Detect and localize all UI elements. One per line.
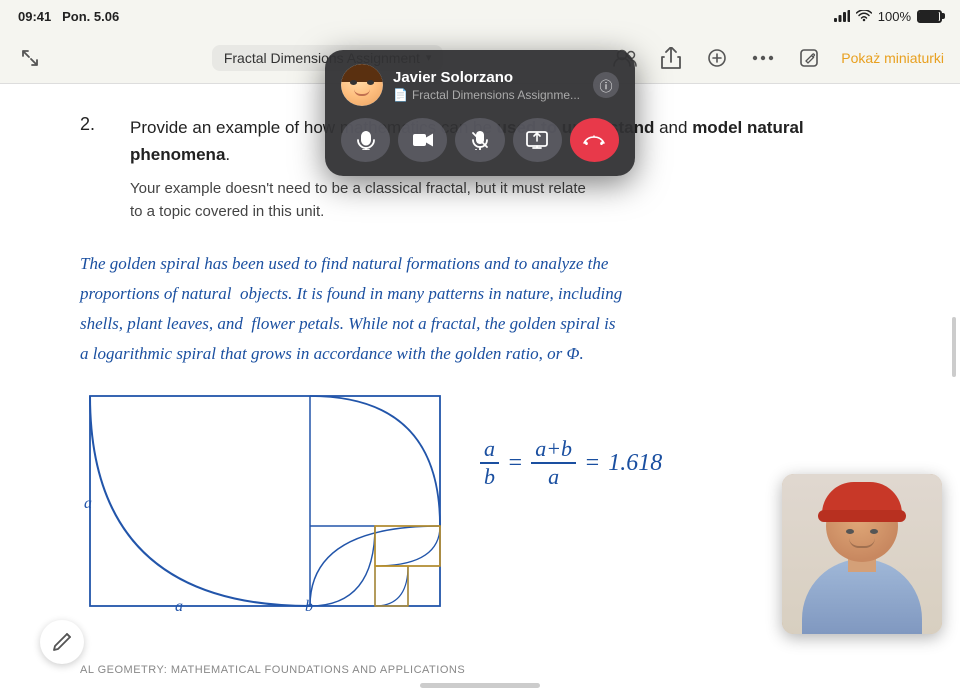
toolbar-right: Pokaż miniaturki bbox=[611, 44, 944, 72]
bottom-label-text: AL GEOMETRY: MATHEMATICAL FOUNDATIONS AN… bbox=[80, 664, 465, 676]
status-time: 09:41 bbox=[18, 9, 51, 24]
question-subtext: Your example doesn't need to be a classi… bbox=[130, 178, 900, 223]
status-time-date: 09:41 Pon. 5.06 bbox=[18, 9, 119, 24]
caller-name: Javier Solorzano bbox=[393, 69, 583, 86]
facetime-controls bbox=[341, 118, 619, 162]
math-formula: a b = a+b a = 1.618 bbox=[480, 436, 662, 490]
caller-details: Javier Solorzano 📄 Fractal Dimensions As… bbox=[393, 69, 583, 102]
svg-text:a: a bbox=[84, 495, 92, 512]
status-bar: 09:41 Pon. 5.06 100% bbox=[0, 0, 960, 32]
math-formula-area: a b = a+b a = 1.618 bbox=[480, 386, 662, 490]
drawing-area: a a b bbox=[80, 386, 900, 616]
facetime-end-call-button[interactable] bbox=[570, 118, 619, 162]
facetime-video-button[interactable] bbox=[398, 118, 447, 162]
user-video-feed bbox=[782, 474, 942, 634]
pen-tool-button[interactable] bbox=[40, 620, 84, 664]
facetime-info-button[interactable]: ⓘ bbox=[593, 72, 619, 98]
battery-percent: 100% bbox=[878, 9, 911, 24]
wifi-icon bbox=[856, 10, 872, 22]
collapse-button[interactable] bbox=[16, 44, 44, 72]
scroll-indicator bbox=[952, 317, 956, 377]
question-number: 2. bbox=[80, 114, 110, 243]
question-line3: . bbox=[225, 145, 230, 164]
edit-icon[interactable] bbox=[795, 44, 823, 72]
caller-doc: 📄 Fractal Dimensions Assignme... bbox=[393, 88, 583, 102]
show-thumbnails-button[interactable]: Pokaż miniaturki bbox=[841, 50, 944, 66]
signal-icon bbox=[834, 10, 850, 22]
facetime-screen-share-button[interactable] bbox=[513, 118, 562, 162]
facetime-caller-info: Javier Solorzano 📄 Fractal Dimensions As… bbox=[341, 64, 619, 106]
doc-icon: 📄 bbox=[393, 88, 408, 102]
toolbar-left bbox=[16, 44, 44, 72]
caller-avatar bbox=[341, 64, 383, 106]
handwritten-answer: The golden spiral has been used to find … bbox=[80, 249, 900, 368]
home-indicator bbox=[420, 683, 540, 688]
share-icon[interactable] bbox=[657, 44, 685, 72]
facetime-call-overlay: Javier Solorzano 📄 Fractal Dimensions As… bbox=[325, 50, 635, 176]
battery-icon bbox=[917, 10, 942, 23]
markup-icon[interactable] bbox=[703, 44, 731, 72]
facetime-audio-button[interactable] bbox=[341, 118, 390, 162]
status-date: Pon. 5.06 bbox=[62, 9, 119, 24]
question-line2: and bbox=[654, 118, 692, 137]
self-video-thumbnail[interactable] bbox=[782, 474, 942, 634]
doc-name-text: Fractal Dimensions Assignme... bbox=[412, 88, 580, 102]
facetime-mic-button[interactable] bbox=[455, 118, 504, 162]
bottom-label: AL GEOMETRY: MATHEMATICAL FOUNDATIONS AN… bbox=[80, 664, 465, 676]
more-options-icon[interactable] bbox=[749, 44, 777, 72]
svg-text:a: a bbox=[175, 598, 183, 615]
status-indicators: 100% bbox=[834, 9, 942, 24]
golden-spiral-diagram: a a b bbox=[80, 386, 450, 616]
